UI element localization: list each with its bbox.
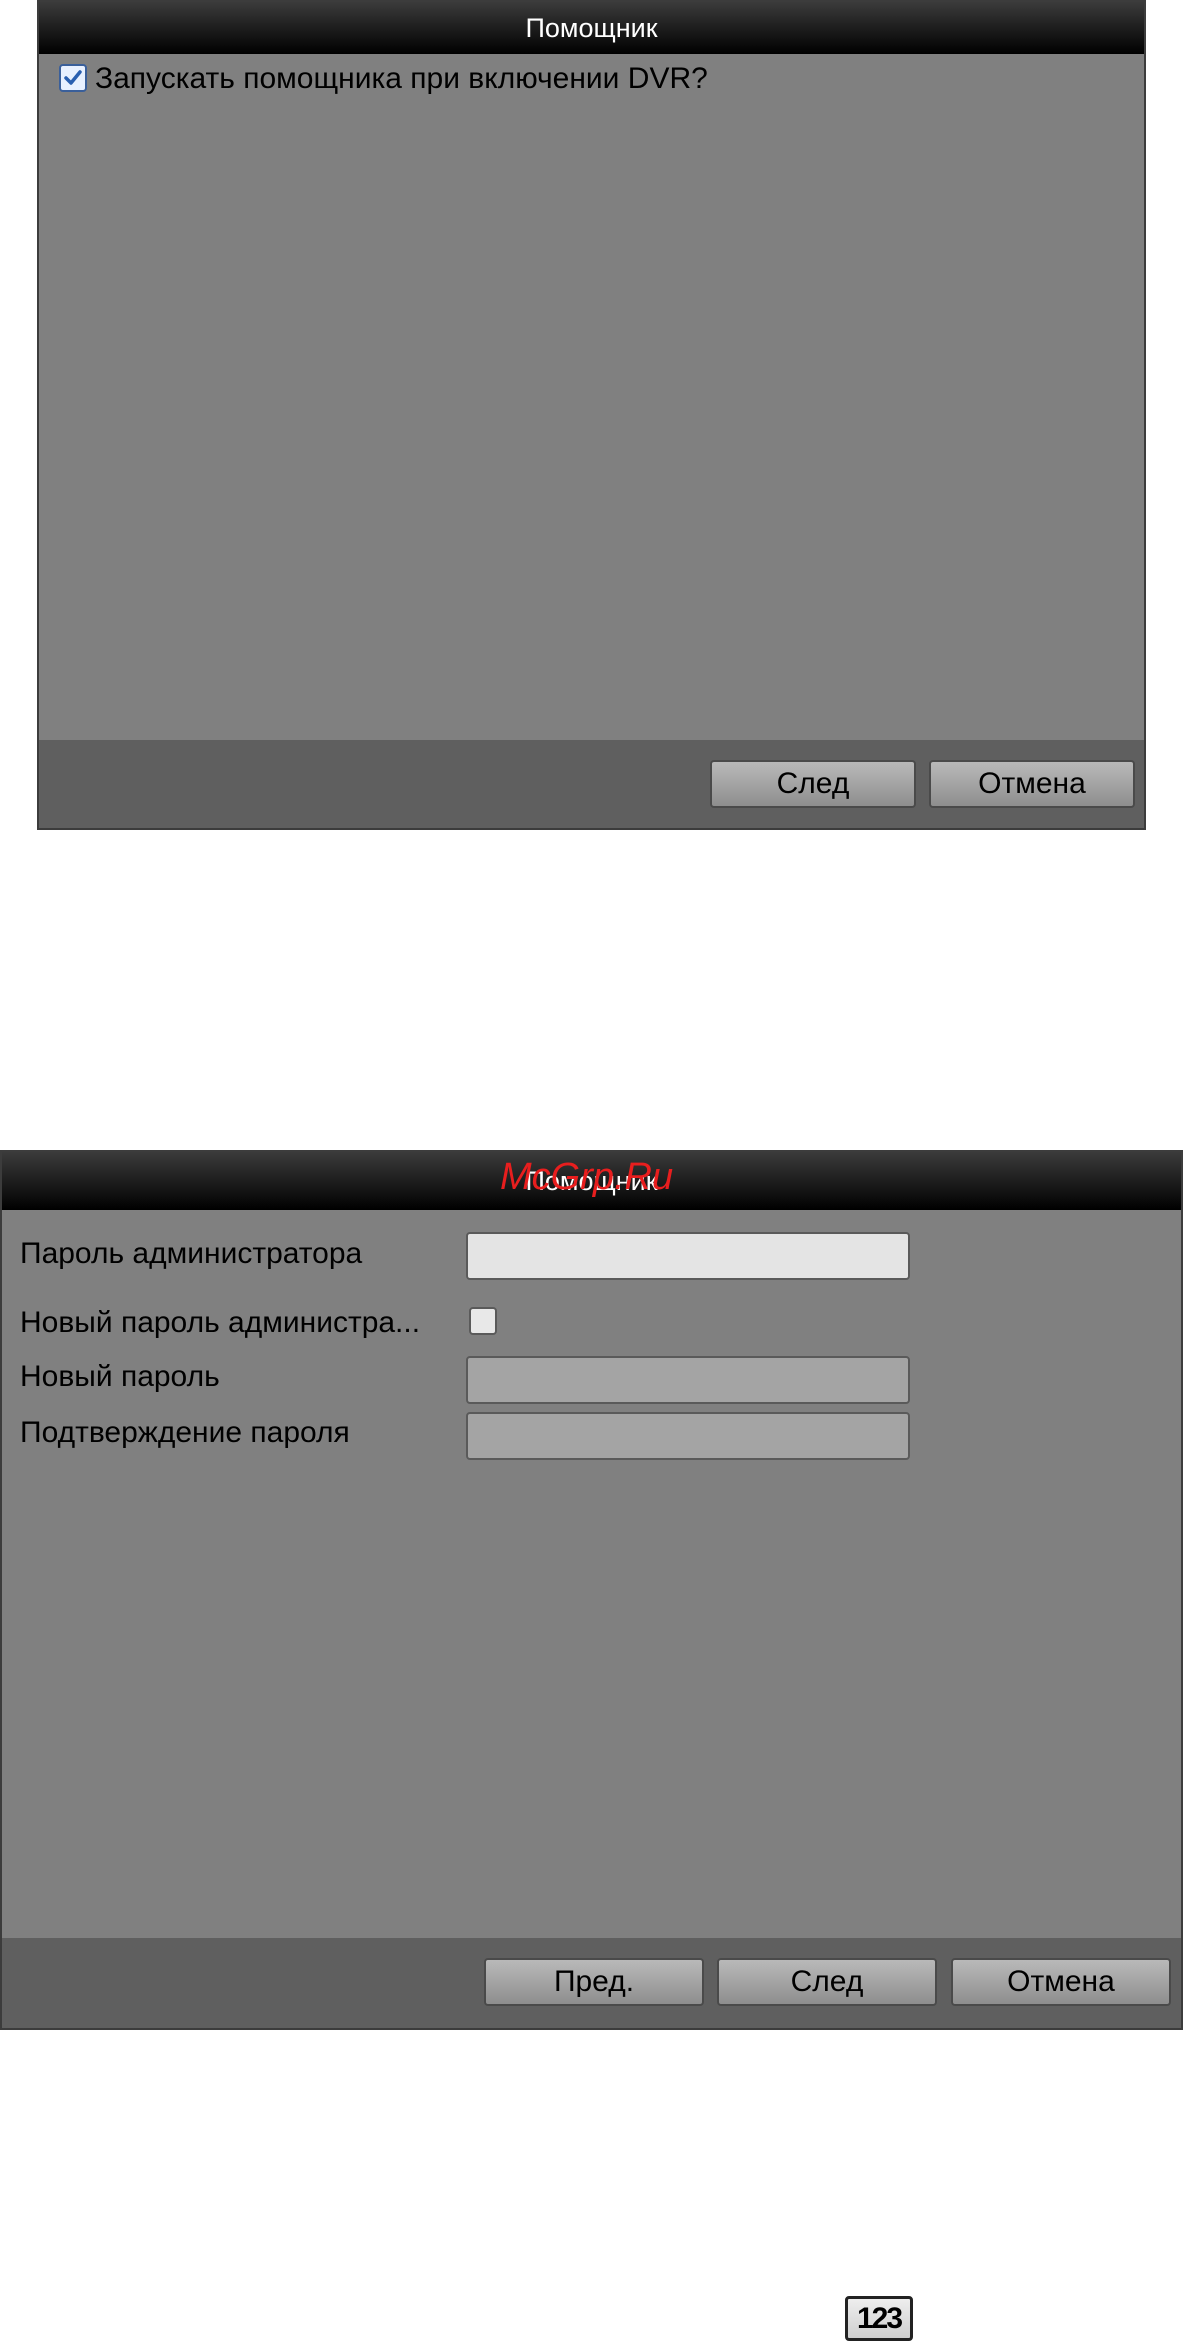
confirm-password-label: Подтверждение пароля: [20, 1416, 350, 1449]
next-button[interactable]: След: [717, 1958, 937, 2006]
startup-wizard-checkbox[interactable]: [59, 64, 87, 92]
admin-password-input[interactable]: [466, 1232, 910, 1280]
wizard-dialog-startup: Помощник Запускать помощника при включен…: [37, 0, 1146, 830]
new-password-input[interactable]: [466, 1356, 910, 1404]
startup-wizard-label: Запускать помощника при включении DVR?: [95, 62, 708, 95]
new-password-label: Новый пароль: [20, 1360, 220, 1393]
dialog-title: Помощник: [39, 2, 1144, 54]
cancel-button[interactable]: Отмена: [929, 760, 1135, 808]
dialog-footer: След Отмена: [39, 740, 1144, 828]
checkmark-icon: [64, 70, 82, 85]
new-admin-password-label: Новый пароль администра...: [20, 1306, 421, 1339]
admin-password-label: Пароль администратора: [20, 1237, 363, 1270]
next-button[interactable]: След: [710, 760, 916, 808]
new-admin-password-checkbox[interactable]: [469, 1307, 497, 1335]
cancel-button[interactable]: Отмена: [951, 1958, 1171, 2006]
confirm-password-input[interactable]: [466, 1412, 910, 1460]
prev-button[interactable]: Пред.: [484, 1958, 704, 2006]
wizard-dialog-admin-password: Помощник McGrp.Ru Пароль администратора …: [0, 1150, 1183, 2030]
dialog-footer: Пред. След Отмена: [2, 1938, 1181, 2028]
numeric-keypad-icon: 123: [845, 2296, 913, 2341]
watermark-text: McGrp.Ru: [500, 1156, 674, 1198]
